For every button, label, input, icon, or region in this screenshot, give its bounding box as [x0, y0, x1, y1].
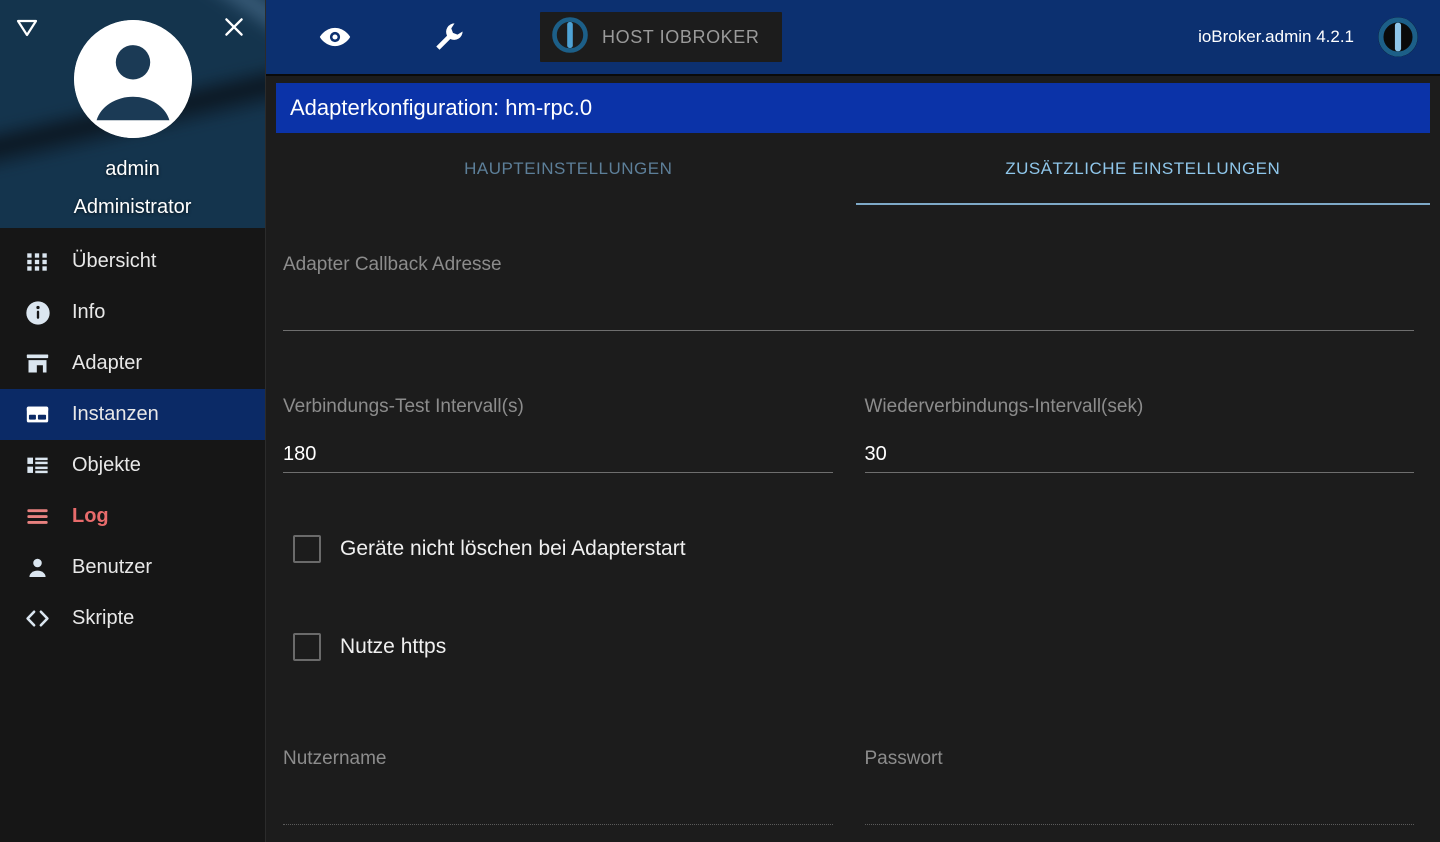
top-toolbar: HOST IOBROKER ioBroker.admin 4.2.1 — [266, 0, 1440, 76]
field-value[interactable] — [283, 294, 1414, 330]
field-label: Wiederverbindungs-Intervall(sek) — [864, 395, 1144, 417]
sidebar-item-objekte[interactable]: Objekte — [0, 440, 265, 491]
store-icon — [24, 350, 58, 377]
sidebar-item-instanzen[interactable]: Instanzen — [0, 389, 265, 440]
field-row-credentials: Nutzername Passwort — [283, 723, 1414, 825]
field-password[interactable]: Passwort — [864, 723, 1415, 825]
field-value[interactable] — [283, 788, 833, 824]
checkbox-box[interactable] — [293, 534, 321, 563]
iobroker-logo-icon — [550, 15, 590, 60]
sidebar-item-label: Adapter — [72, 352, 143, 374]
eye-icon[interactable] — [312, 14, 358, 60]
field-underline — [283, 329, 1414, 331]
sidebar-item-uebersicht[interactable]: Übersicht — [0, 236, 265, 287]
field-username[interactable]: Nutzername — [283, 723, 833, 825]
field-value[interactable]: 180 — [283, 436, 833, 472]
sidebar-item-label: Instanzen — [72, 403, 159, 425]
tab-zusaetzliche-einstellungen[interactable]: ZUSÄTZLICHE EINSTELLUNGEN — [855, 133, 1431, 205]
triangle-down-icon[interactable] — [14, 14, 40, 40]
page-title: Adapterkonfiguration: hm-rpc.0 — [276, 83, 1430, 133]
field-underline — [283, 823, 833, 825]
user-name: admin — [105, 158, 160, 180]
field-label: Nutzername — [283, 747, 387, 769]
tab-label: ZUSÄTZLICHE EINSTELLUNGEN — [1005, 159, 1281, 178]
user-role: Administrator — [73, 196, 192, 218]
checkbox-label: Geräte nicht löschen bei Adapterstart — [340, 536, 686, 560]
field-underline — [283, 471, 833, 473]
field-label: Verbindungs-Test Intervall(s) — [283, 395, 524, 417]
sidebar-nav: Übersicht Info Adapter Instanzen Objekte… — [0, 228, 265, 644]
code-icon — [24, 605, 58, 632]
sidebar: admin Administrator Übersicht Info Adapt… — [0, 0, 266, 842]
field-underline — [864, 823, 1414, 825]
tab-bar: HAUPTEINSTELLUNGEN ZUSÄTZLICHE EINSTELLU… — [281, 133, 1430, 205]
panel-top-icons — [0, 0, 265, 56]
field-callback-address[interactable]: Adapter Callback Adresse — [283, 229, 1414, 331]
close-icon[interactable] — [219, 12, 249, 42]
checkbox-box[interactable] — [293, 632, 321, 661]
sidebar-item-adapter[interactable]: Adapter — [0, 338, 265, 389]
sidebar-item-label: Objekte — [72, 454, 141, 476]
sidebar-item-label: Skripte — [72, 607, 135, 629]
main-content: HOST IOBROKER ioBroker.admin 4.2.1 Adapt… — [266, 0, 1440, 842]
sidebar-item-log[interactable]: Log — [0, 491, 265, 542]
iobroker-logo-icon[interactable] — [1376, 15, 1420, 59]
instances-icon — [24, 401, 58, 428]
user-panel: admin Administrator — [0, 0, 265, 228]
host-button[interactable]: HOST IOBROKER — [540, 12, 782, 62]
tab-label: HAUPTEINSTELLUNGEN — [464, 159, 673, 178]
checkbox-nutze-https[interactable]: Nutze https — [293, 621, 1414, 673]
form-area: Adapter Callback Adresse Verbindungs-Tes… — [266, 205, 1440, 842]
field-label: Passwort — [864, 747, 943, 769]
wrench-icon[interactable] — [426, 14, 472, 60]
sidebar-item-label: Log — [72, 505, 109, 527]
sidebar-item-skripte[interactable]: Skripte — [0, 593, 265, 644]
sidebar-item-benutzer[interactable]: Benutzer — [0, 542, 265, 593]
grid-icon — [24, 249, 58, 275]
field-underline — [864, 471, 1414, 473]
version-label: ioBroker.admin 4.2.1 — [1198, 27, 1354, 46]
sidebar-item-info[interactable]: Info — [0, 287, 265, 338]
app-root: admin Administrator Übersicht Info Adapt… — [0, 0, 1440, 842]
field-connection-test-interval[interactable]: Verbindungs-Test Intervall(s) 180 — [283, 371, 833, 473]
checkbox-geraete-nicht-loeschen[interactable]: Geräte nicht löschen bei Adapterstart — [293, 523, 1414, 575]
host-button-label: HOST IOBROKER — [602, 26, 760, 47]
field-value[interactable]: 30 — [865, 436, 1415, 472]
field-reconnect-interval[interactable]: Wiederverbindungs-Intervall(sek) 30 — [864, 371, 1415, 473]
field-label: Adapter Callback Adresse — [283, 254, 502, 275]
list-icon — [24, 452, 58, 479]
info-icon — [24, 299, 58, 327]
checkbox-label: Nutze https — [340, 634, 447, 658]
tab-haupteinstellungen[interactable]: HAUPTEINSTELLUNGEN — [281, 133, 856, 205]
field-row-intervals: Verbindungs-Test Intervall(s) 180 Wieder… — [283, 371, 1414, 473]
sidebar-item-label: Übersicht — [72, 250, 157, 272]
person-icon — [24, 554, 58, 581]
field-value[interactable] — [865, 788, 1415, 824]
sidebar-item-label: Info — [72, 301, 106, 323]
sidebar-item-label: Benutzer — [72, 556, 153, 578]
lines-icon — [24, 503, 58, 530]
